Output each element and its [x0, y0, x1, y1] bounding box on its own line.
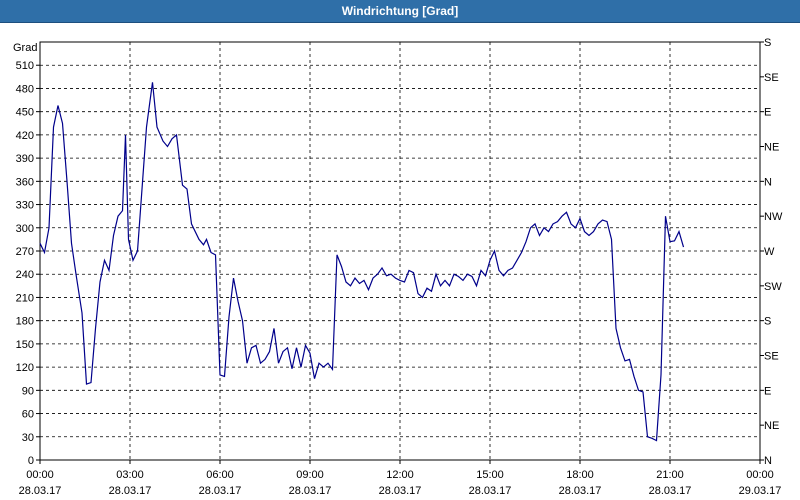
y2-tick-label: W [764, 246, 775, 258]
y2-tick-label: E [764, 385, 771, 397]
y-tick-label: 450 [16, 107, 34, 119]
y-tick-label: 330 [16, 200, 34, 212]
y-tick-label: 360 [16, 176, 34, 188]
x-tick-date: 28.03.17 [649, 485, 692, 497]
y-axis-label: Grad [13, 42, 37, 54]
y-tick-label: 150 [16, 339, 34, 351]
x-tick-time: 09:00 [296, 469, 324, 481]
y-tick-label: 210 [16, 292, 34, 304]
x-tick-time: 00:00 [26, 469, 54, 481]
y2-tick-label: NE [764, 420, 779, 432]
x-tick-time: 00:00 [746, 469, 774, 481]
x-tick-time: 18:00 [566, 469, 594, 481]
y-axis-left: 0 30 60 90 120 150 180 210 240 270 300 330 360 390 420… [16, 60, 40, 467]
y2-tick-label: E [764, 107, 771, 119]
y2-tick-label: SW [764, 281, 782, 293]
y-tick-label: 270 [16, 246, 34, 258]
y-tick-label: 180 [16, 316, 34, 328]
y2-tick-label: N [764, 455, 772, 467]
x-axis: 00:00 28.03.17 03:00 28.03.17 06:00 28.03.17 0… [19, 460, 782, 497]
y-tick-label: 300 [16, 223, 34, 235]
x-tick-time: 21:00 [656, 469, 684, 481]
x-tick-time: 03:00 [116, 469, 144, 481]
y-axis-right: N NE E SE S SW W NW N NE E SE S [760, 37, 783, 467]
x-tick-time: 06:00 [206, 469, 234, 481]
y2-tick-label: NW [764, 211, 783, 223]
y-tick-label: 90 [22, 385, 34, 397]
y2-tick-label: NE [764, 142, 779, 154]
y-tick-label: 60 [22, 409, 34, 421]
y2-tick-label: SE [764, 72, 779, 84]
y-tick-label: 240 [16, 269, 34, 281]
x-tick-date: 28.03.17 [469, 485, 512, 497]
x-tick-date: 28.03.17 [19, 485, 62, 497]
y2-tick-label: S [764, 316, 771, 328]
y-tick-label: 420 [16, 130, 34, 142]
wind-direction-chart: 0 30 60 90 120 150 180 210 240 270 300 330 360 390 420… [13, 37, 783, 497]
x-tick-date: 28.03.17 [289, 485, 332, 497]
y-tick-label: 390 [16, 153, 34, 165]
x-tick-date: 28.03.17 [559, 485, 602, 497]
x-tick-date: 28.03.17 [109, 485, 152, 497]
x-tick-time: 12:00 [386, 469, 414, 481]
y2-tick-label: N [764, 176, 772, 188]
x-tick-date: 28.03.17 [199, 485, 242, 497]
y2-tick-label: SE [764, 351, 779, 363]
y-tick-label: 510 [16, 60, 34, 72]
x-tick-date: 29.03.17 [739, 485, 782, 497]
y-tick-label: 120 [16, 362, 34, 374]
x-tick-time: 15:00 [476, 469, 504, 481]
y-tick-label: 480 [16, 83, 34, 95]
y-tick-label: 0 [28, 455, 34, 467]
y-tick-label: 30 [22, 432, 34, 444]
x-tick-date: 28.03.17 [379, 485, 422, 497]
y2-tick-label: S [764, 37, 771, 49]
